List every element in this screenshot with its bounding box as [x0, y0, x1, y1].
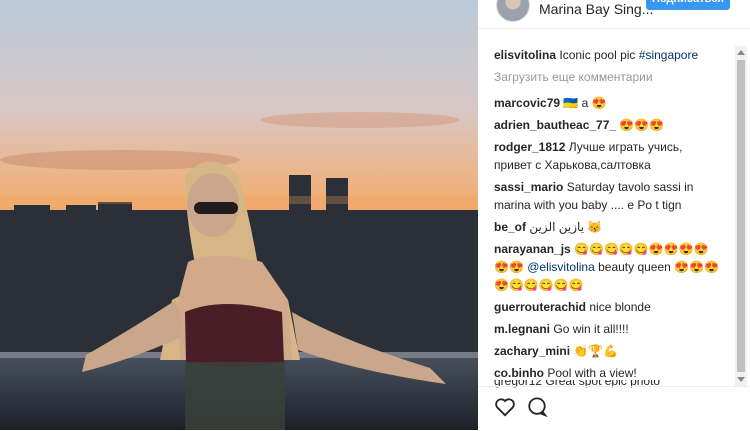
comment-text: 🇺🇦 a 😍: [563, 96, 607, 110]
load-more-comments[interactable]: Загрузить еще комментарии: [494, 68, 720, 86]
comment-user[interactable]: rodger_1812: [494, 140, 565, 154]
scroll-down-icon[interactable]: [737, 377, 745, 382]
post-actions: [478, 386, 750, 431]
comment-icon[interactable]: [526, 397, 548, 422]
comment-item: adrien_bautheac_77_ 😍😍😍: [494, 116, 720, 134]
comment-user[interactable]: narayanan_js: [494, 242, 571, 256]
comment-item: narayanan_js 😋😋😋😋😋😍😍😍😍😍😍 @elisvitolina b…: [494, 240, 720, 294]
mention-link[interactable]: @elisvitolina: [527, 260, 595, 274]
comment-text: nice blonde: [589, 300, 651, 314]
comment-text: يازين الزين 😽: [529, 220, 603, 234]
comment-text: Pool with a view!: [547, 366, 637, 380]
comment-user[interactable]: adrien_bautheac_77_: [494, 118, 616, 132]
comment-item: guerrouterachid nice blonde: [494, 298, 720, 316]
follow-button[interactable]: Подписаться: [646, 0, 730, 10]
comment-user[interactable]: m.legnani: [494, 322, 550, 336]
comments-scrollbar[interactable]: [735, 46, 747, 386]
comment-user[interactable]: guerrouterachid: [494, 300, 586, 314]
post-panel: Marina Bay Sing... Подписаться elisvitol…: [478, 0, 750, 430]
caption: elisvitolina Iconic pool pic #singapore: [494, 46, 720, 64]
comment-user[interactable]: be_of: [494, 220, 526, 234]
scroll-up-icon[interactable]: [737, 50, 745, 55]
hashtag-link[interactable]: #singapore: [639, 48, 698, 62]
avatar[interactable]: [496, 0, 530, 22]
comment-text: Go win it all!!!!: [553, 322, 629, 336]
post-header: Marina Bay Sing... Подписаться: [478, 0, 750, 29]
post-photo[interactable]: [0, 0, 478, 430]
comment-text: 👏🏆💪: [573, 344, 619, 358]
comment-user[interactable]: co.binho: [494, 366, 544, 380]
comment-item: marcovic79 🇺🇦 a 😍: [494, 94, 720, 112]
comment-text: Iconic pool pic: [559, 48, 639, 62]
comment-user[interactable]: zachary_mini: [494, 344, 570, 358]
comment-item: m.legnani Go win it all!!!!: [494, 320, 720, 338]
comment-item: sassi_mario Saturday tavolo sassi in mar…: [494, 178, 720, 214]
photo-illustration: [0, 0, 478, 430]
comment-item: be_of يازين الزين 😽: [494, 218, 720, 236]
comment-item: zachary_mini 👏🏆💪: [494, 342, 720, 360]
scrollbar-thumb[interactable]: [737, 60, 745, 372]
comment-user[interactable]: elisvitolina: [494, 48, 556, 62]
comment-user[interactable]: marcovic79: [494, 96, 560, 110]
comments-list: elisvitolina Iconic pool pic #singapore …: [494, 46, 720, 386]
comment-user[interactable]: sassi_mario: [494, 180, 563, 194]
comment-text: 😍😍😍: [619, 118, 665, 132]
location-link[interactable]: Marina Bay Sing...: [539, 1, 653, 17]
comment-item: rodger_1812 Лучше играть учись, привет с…: [494, 138, 720, 174]
heart-icon[interactable]: [494, 397, 516, 422]
